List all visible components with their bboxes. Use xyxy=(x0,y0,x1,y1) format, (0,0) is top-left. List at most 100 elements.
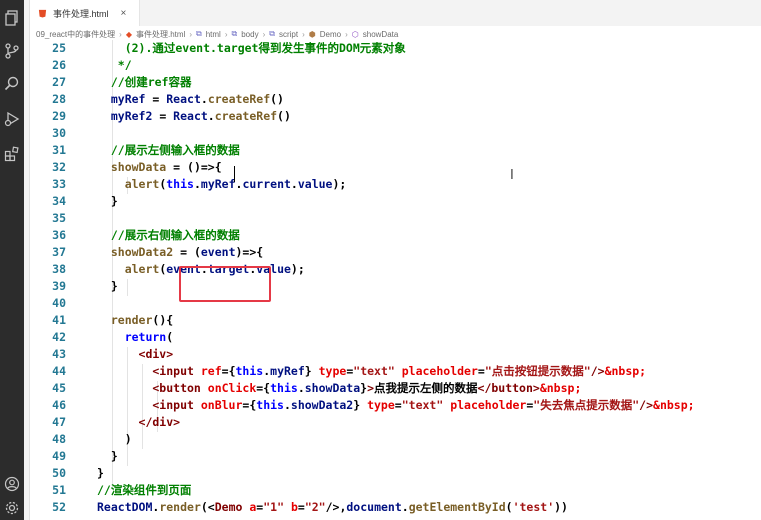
code-token: //展示右侧输入框的数据 xyxy=(97,228,240,242)
code-line[interactable]: 44 <input ref={this.myRef} type="text" p… xyxy=(30,363,761,380)
code-token: <input xyxy=(97,364,194,378)
breadcrumb-script[interactable]: script xyxy=(279,30,298,39)
code-token: 点我提示左侧的数据 xyxy=(374,381,478,395)
code-line[interactable]: 39 } xyxy=(30,278,761,295)
breadcrumb-demo[interactable]: Demo xyxy=(320,30,341,39)
code-token: > xyxy=(367,381,375,395)
code-text: (2).通过event.target得到发生事件的DOM元素对象 xyxy=(97,40,406,57)
code-token: /> xyxy=(590,364,605,378)
code-text: <button onClick={this.showData}>点我提示左侧的数… xyxy=(97,380,581,397)
code-token: current xyxy=(242,177,291,191)
breadcrumb-file[interactable]: 事件处理.html xyxy=(136,29,185,40)
code-line[interactable]: 47 </div> xyxy=(30,414,761,431)
code-token: = xyxy=(145,92,167,106)
code-line[interactable]: 29 myRef2 = React.createRef() xyxy=(30,108,761,125)
tab-close-icon[interactable]: × xyxy=(121,8,127,19)
editor-tab-bar: 事件处理.html × xyxy=(30,0,761,26)
code-line[interactable]: 33 alert(this.myRef.current.value); xyxy=(30,176,761,193)
code-token: <div> xyxy=(97,347,174,361)
code-token: getElementById xyxy=(408,500,506,514)
code-token: React xyxy=(173,109,208,123)
code-text: myRef = React.createRef() xyxy=(97,91,284,108)
code-token: <button xyxy=(97,381,201,395)
code-token: ={ xyxy=(221,364,236,378)
code-line[interactable]: 28 myRef = React.createRef() xyxy=(30,91,761,108)
line-number: 46 xyxy=(52,398,66,412)
code-token: showData xyxy=(97,160,167,174)
code-line[interactable]: 31 //展示左侧输入框的数据 xyxy=(30,142,761,159)
line-number: 45 xyxy=(52,381,66,395)
text-cursor-icon: I xyxy=(510,168,514,183)
code-line[interactable]: 35 xyxy=(30,210,761,227)
code-token: this xyxy=(235,364,264,378)
code-line[interactable]: 48 ) xyxy=(30,431,761,448)
code-token: . xyxy=(207,109,215,123)
code-text: ) xyxy=(97,431,132,448)
code-token: //展示左侧输入框的数据 xyxy=(97,143,240,157)
breadcrumb-html[interactable]: html xyxy=(206,30,221,39)
code-editor[interactable]: 25 (2).通过event.target得到发生事件的DOM元素对象 26 */… xyxy=(30,40,761,520)
account-icon[interactable] xyxy=(4,476,20,492)
code-token: //创建ref容器 xyxy=(97,75,192,89)
line-number: 33 xyxy=(52,177,66,191)
settings-gear-icon[interactable] xyxy=(4,500,20,516)
code-line[interactable]: 26 */ xyxy=(30,57,761,74)
code-line[interactable]: 42 return( xyxy=(30,329,761,346)
line-number: 35 xyxy=(52,211,66,225)
code-line[interactable]: 41 render(){ xyxy=(30,312,761,329)
code-token: = xyxy=(152,109,174,123)
code-token: value xyxy=(297,177,333,191)
run-debug-icon[interactable] xyxy=(4,111,20,127)
code-line[interactable]: 52 ReactDOM.render(<Demo a="1" b="2"/>,do… xyxy=(30,499,761,516)
element-icon: ⧉ xyxy=(269,29,275,38)
code-line[interactable]: 51 //渲染组件到页面 xyxy=(30,482,761,499)
line-number: 27 xyxy=(52,75,66,89)
code-line[interactable]: 32 showData = ()=>{ xyxy=(30,159,761,176)
code-text: showData2 = (event)=>{ xyxy=(97,244,263,261)
source-control-icon[interactable] xyxy=(4,43,20,59)
code-line[interactable]: 30 xyxy=(30,125,761,142)
line-number: 32 xyxy=(52,160,66,174)
code-token: )=>{ xyxy=(235,245,264,259)
line-number: 39 xyxy=(52,279,66,293)
code-token: showData xyxy=(304,381,361,395)
code-token: "text" xyxy=(401,398,444,412)
code-line[interactable]: 43 <div> xyxy=(30,346,761,363)
line-number: 26 xyxy=(52,58,66,72)
code-line[interactable]: 34 } xyxy=(30,193,761,210)
code-text: return( xyxy=(97,329,174,346)
code-line[interactable]: 46 <input onBlur={this.showData2} type="… xyxy=(30,397,761,414)
code-token: ={ xyxy=(256,381,271,395)
code-token: <input xyxy=(97,398,194,412)
code-line[interactable]: 36 //展示右侧输入框的数据 xyxy=(30,227,761,244)
breadcrumb-folder[interactable]: 09_react中的事件处理 xyxy=(36,29,115,40)
code-token: ref xyxy=(193,364,222,378)
code-line[interactable]: 37 showData2 = (event)=>{ xyxy=(30,244,761,261)
tab-event-html[interactable]: 事件处理.html × xyxy=(30,0,140,26)
code-token: = xyxy=(477,364,485,378)
code-line[interactable]: 40 xyxy=(30,295,761,312)
line-number: 47 xyxy=(52,415,66,429)
search-icon[interactable] xyxy=(4,76,20,92)
code-token: showData2 xyxy=(290,398,354,412)
code-line[interactable]: 49 } xyxy=(30,448,761,465)
breadcrumb-body[interactable]: body xyxy=(241,30,258,39)
breadcrumb-showdata[interactable]: showData xyxy=(363,30,399,39)
extensions-icon[interactable] xyxy=(4,146,20,162)
code-token: = ()=>{ xyxy=(166,160,222,174)
code-token: ); xyxy=(332,177,347,191)
code-line[interactable]: 25 (2).通过event.target得到发生事件的DOM元素对象 xyxy=(30,40,761,57)
activity-bar xyxy=(0,0,24,520)
code-token: </button> xyxy=(477,381,540,395)
code-line[interactable]: 38 alert(event.target.value); xyxy=(30,261,761,278)
line-number: 29 xyxy=(52,109,66,123)
code-line[interactable]: 50} xyxy=(30,465,761,482)
code-line[interactable]: 45 <button onClick={this.showData}>点我提示左… xyxy=(30,380,761,397)
code-token: &nbsp; xyxy=(653,398,695,412)
code-token: "1" xyxy=(263,500,285,514)
class-icon: ⬢ xyxy=(308,29,316,39)
code-line[interactable]: 27 //创建ref容器 xyxy=(30,74,761,91)
explorer-icon[interactable] xyxy=(4,10,20,26)
tab-label: 事件处理.html xyxy=(53,8,109,19)
code-text: } xyxy=(97,465,104,482)
